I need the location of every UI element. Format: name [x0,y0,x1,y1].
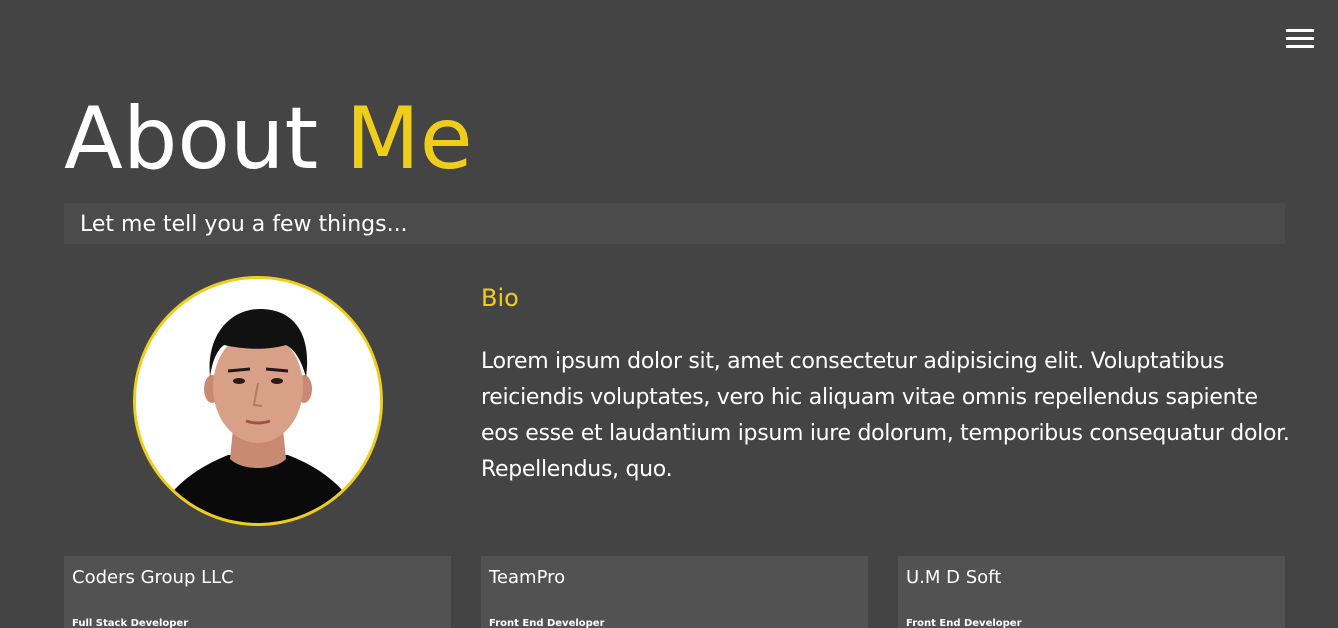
job-role: Front End Developer [906,618,1022,628]
job-card: TeamPro Front End Developer [481,556,868,628]
menu-line [1286,37,1314,40]
about-page: About Me Let me tell you a few things... [0,0,1338,628]
hamburger-menu-icon[interactable] [1286,29,1314,49]
menu-line [1286,29,1314,32]
job-card: U.M D Soft Front End Developer [898,556,1285,628]
menu-line [1286,45,1314,48]
job-card: Coders Group LLC Full Stack Developer [64,556,451,628]
job-company: Coders Group LLC [72,567,234,588]
profile-avatar [133,276,383,526]
bio-heading: Bio [481,284,519,312]
page-title-accent: Me [345,89,473,189]
page-title: About Me [64,84,473,194]
job-company: TeamPro [489,567,566,588]
bio-text: Lorem ipsum dolor sit, amet consectetur … [481,349,1290,482]
job-company: U.M D Soft [906,567,1002,588]
page-subtitle: Let me tell you a few things... [80,212,408,237]
subtitle-bar: Let me tell you a few things... [64,203,1285,244]
profile-photo [136,279,380,523]
job-role: Full Stack Developer [72,618,189,628]
job-role: Front End Developer [489,618,605,628]
page-title-main: About [64,89,319,189]
